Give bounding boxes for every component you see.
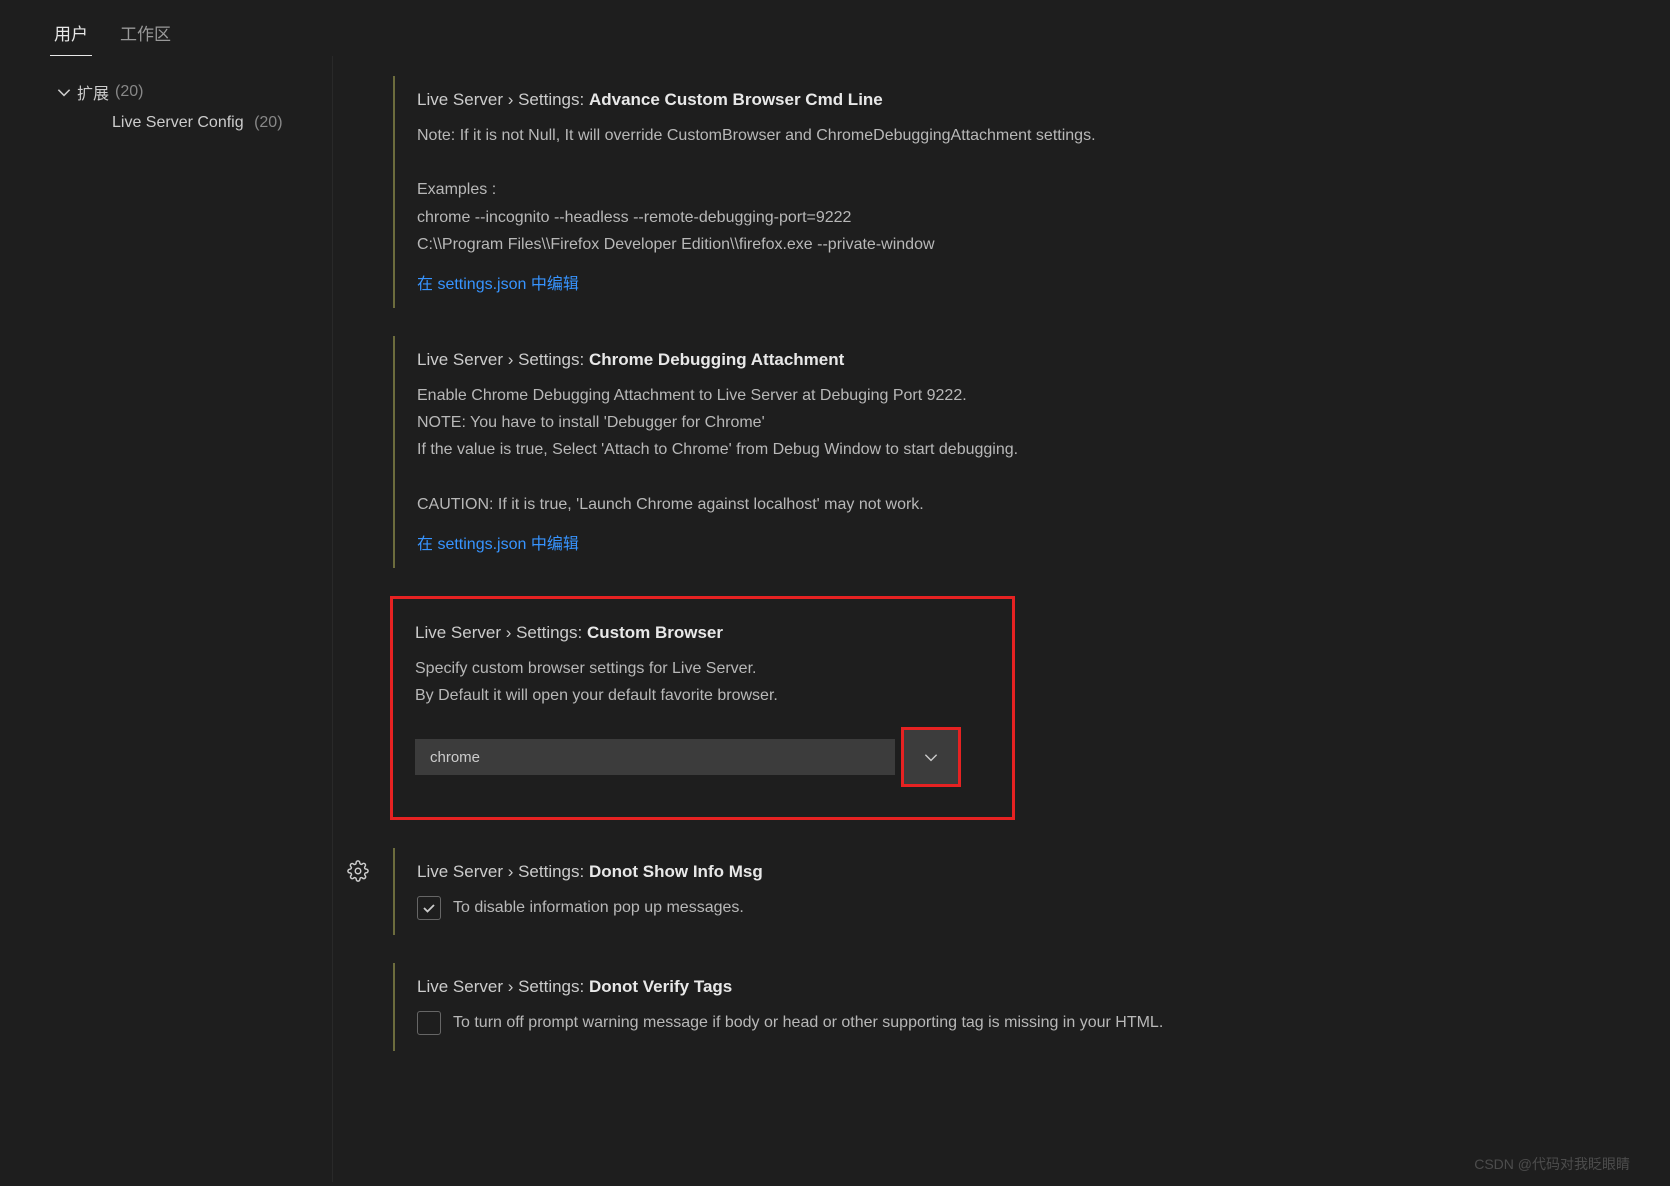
settings-main: Live Server › Settings: Advance Custom B… (333, 56, 1670, 1182)
select-dropdown-arrow[interactable] (901, 727, 961, 787)
setting-advance-custom-browser-cmd: Live Server › Settings: Advance Custom B… (393, 76, 1630, 308)
check-icon (421, 900, 437, 916)
tab-workspace[interactable]: 工作区 (116, 12, 175, 56)
setting-description: To turn off prompt warning message if bo… (453, 1009, 1163, 1036)
sidebar-item-count: (20) (254, 114, 282, 131)
settings-sidebar: 扩展 (20) Live Server Config (20) (0, 56, 333, 1182)
setting-description: To disable information pop up messages. (453, 894, 744, 921)
checkbox-row: To disable information pop up messages. (417, 894, 1630, 921)
setting-title: Live Server › Settings: Chrome Debugging… (417, 350, 1630, 370)
setting-description: Specify custom browser settings for Live… (415, 655, 992, 709)
checkbox-donot-show-info[interactable] (417, 896, 441, 920)
sidebar-item-extensions[interactable]: 扩展 (20) (0, 76, 332, 108)
gear-icon[interactable] (347, 860, 369, 885)
sidebar-item-label: Live Server Config (112, 114, 244, 131)
setting-description: Note: If it is not Null, It will overrid… (417, 122, 1630, 258)
setting-custom-browser: Live Server › Settings: Custom Browser S… (390, 596, 1015, 820)
checkbox-donot-verify-tags[interactable] (417, 1011, 441, 1035)
setting-title: Live Server › Settings: Donot Verify Tag… (417, 977, 1630, 997)
sidebar-item-count: (20) (115, 83, 143, 101)
edit-in-settings-json-link[interactable]: 在 settings.json 中编辑 (417, 270, 579, 294)
sidebar-item-label: 扩展 (77, 80, 109, 104)
setting-donot-show-info-msg: Live Server › Settings: Donot Show Info … (393, 848, 1630, 935)
watermark-text: CSDN @代码对我眨眼睛 (1474, 1154, 1630, 1174)
setting-title: Live Server › Settings: Advance Custom B… (417, 90, 1630, 110)
setting-title: Live Server › Settings: Custom Browser (415, 623, 992, 643)
tab-user[interactable]: 用户 (50, 12, 92, 56)
select-value[interactable]: chrome (415, 739, 895, 775)
setting-donot-verify-tags: Live Server › Settings: Donot Verify Tag… (393, 963, 1630, 1050)
custom-browser-select[interactable]: chrome (415, 727, 992, 787)
sidebar-item-live-server[interactable]: Live Server Config (20) (0, 108, 332, 138)
settings-scope-tabs: 用户 工作区 (0, 0, 1670, 56)
edit-in-settings-json-link[interactable]: 在 settings.json 中编辑 (417, 530, 579, 554)
checkbox-row: To turn off prompt warning message if bo… (417, 1009, 1630, 1036)
setting-chrome-debugging-attachment: Live Server › Settings: Chrome Debugging… (393, 336, 1630, 568)
content-wrapper: 扩展 (20) Live Server Config (20) Live Ser… (0, 56, 1670, 1182)
chevron-down-icon (922, 748, 940, 766)
setting-description: Enable Chrome Debugging Attachment to Li… (417, 382, 1630, 518)
chevron-down-icon (55, 83, 73, 101)
setting-title: Live Server › Settings: Donot Show Info … (417, 862, 1630, 882)
